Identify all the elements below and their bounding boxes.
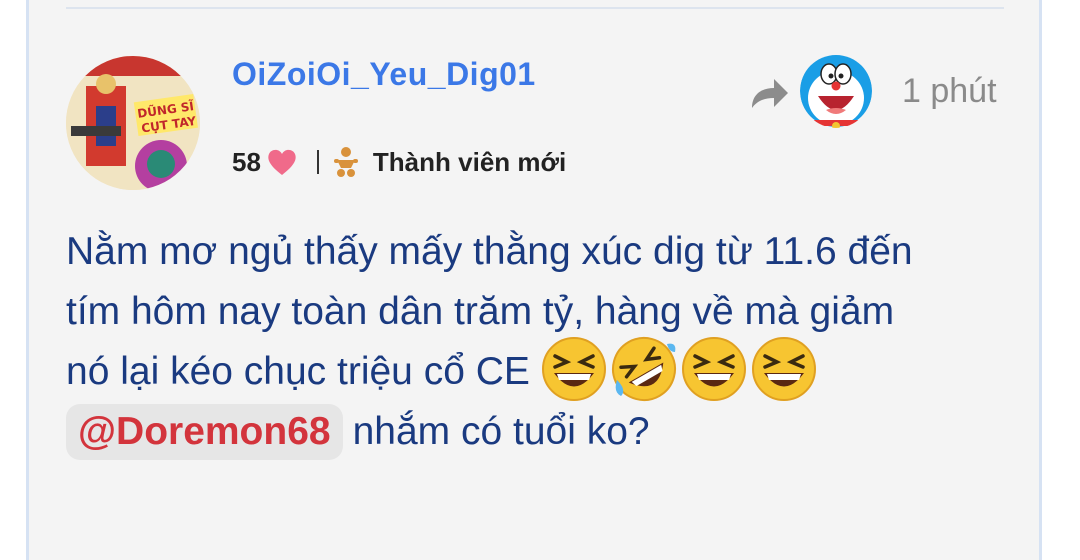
grinning-squinting-face-icon bbox=[681, 336, 746, 401]
post-line-1: Nằm mơ ngủ thấy mấy thằng xúc dig từ 11.… bbox=[66, 230, 913, 273]
post-line-4-text: nhắm có tuổi ko? bbox=[352, 410, 650, 453]
post-time: 1 phút bbox=[902, 72, 997, 110]
share-icon[interactable] bbox=[748, 74, 790, 114]
grinning-squinting-face-icon bbox=[751, 336, 816, 401]
post-line-2: tím hôm nay toàn dân trăm tỷ, hàng về mà… bbox=[66, 290, 895, 333]
user-stats: 58 Thành viên mới bbox=[232, 142, 566, 182]
avatar-image: DŨNG SĨ CỤT TAY bbox=[66, 56, 200, 190]
user-rank: Thành viên mới bbox=[372, 146, 567, 177]
post-line-4: @Doremon68 nhắm có tuổi ko? bbox=[66, 402, 1006, 462]
heart-icon bbox=[268, 149, 296, 175]
post-line-3: nó lại kéo chục triệu cổ CE bbox=[66, 336, 1006, 402]
stats-separator bbox=[316, 150, 319, 174]
like-count: 58 bbox=[232, 146, 261, 177]
user-avatar[interactable]: DŨNG SĨ CỤT TAY bbox=[66, 56, 200, 190]
username-link[interactable]: OiZoiOi_Yeu_Dig01 bbox=[232, 56, 536, 93]
mention-chip[interactable]: @Doremon68 bbox=[66, 404, 343, 460]
doraemon-avatar-image bbox=[800, 55, 872, 128]
grinning-squinting-face-icon bbox=[541, 336, 606, 401]
post-line-3-text: nó lại kéo chục triệu cổ CE bbox=[66, 350, 530, 393]
rolling-on-floor-laughing-icon bbox=[611, 336, 676, 401]
post-body: Nằm mơ ngủ thấy mấy thằng xúc dig từ 11.… bbox=[66, 222, 1006, 462]
baby-icon bbox=[333, 147, 358, 177]
mentioned-user-avatar[interactable] bbox=[800, 54, 872, 128]
divider bbox=[66, 7, 1004, 9]
